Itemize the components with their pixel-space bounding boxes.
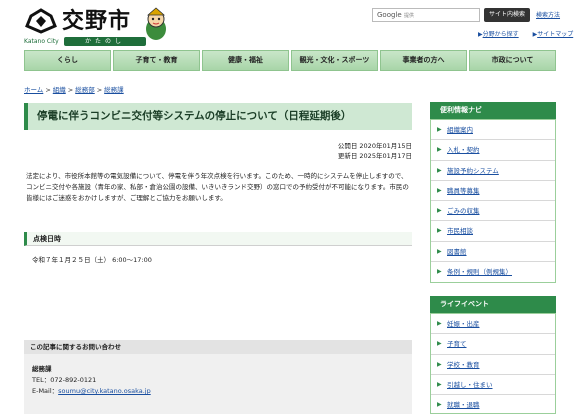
sidebar-item-soshiki[interactable]: ▶ 組織案内 xyxy=(431,120,555,141)
sidebar-item-ninshin[interactable]: ▶ 妊娠・出産 xyxy=(431,314,555,335)
article-dates: 公開日 2020年01月15日 更新日 2025年01月17日 xyxy=(240,141,412,161)
arrow-icon: ▶ xyxy=(437,166,442,174)
sidebar-item-yoyaku[interactable]: ▶ 施設予約システム xyxy=(431,161,555,181)
sidebar-item-toshokan[interactable]: ▶ 図書館 xyxy=(431,242,555,263)
breadcrumb-soshiki[interactable]: 組織 xyxy=(53,86,66,94)
breadcrumb-somuka[interactable]: 総務課 xyxy=(104,86,124,94)
sidebar-item-label: 就職・退職 xyxy=(447,401,480,410)
page-title-bar: 停電に伴うコンビニ交付等システムの停止について（日程延期後） xyxy=(24,103,412,130)
sidebar-item-gakko[interactable]: ▶ 学校・教育 xyxy=(431,355,555,375)
gnav-item-kosodate[interactable]: 子育て・教育 xyxy=(113,50,200,71)
sidebar-item-label: 市民相談 xyxy=(447,227,473,236)
contact-heading: この記事に関するお問い合わせ xyxy=(24,340,412,354)
gnav-item-jigyosha[interactable]: 事業者の方へ xyxy=(380,50,467,71)
sidebar-item-shushoku[interactable]: ▶ 就職・退職 xyxy=(431,395,555,413)
sidebar-item-label: 条例・規則（例規集） xyxy=(447,268,512,277)
sidebar-item-label: 引越し・住まい xyxy=(447,380,493,389)
article-body: 法定により、市役所本館等の電気設備について、停電を伴う年次点検を行います。このた… xyxy=(26,172,409,202)
sidebar-nav-title: 便利情報ナビ xyxy=(430,102,556,119)
sidebar-item-nyusatsu[interactable]: ▶ 入札・契約 xyxy=(431,140,555,161)
page-title: 停電に伴うコンビニ交付等システムの停止について（日程延期後） xyxy=(37,110,352,122)
city-name: 交野市 xyxy=(62,8,132,34)
site-header: 交野市 Katano City かたのし Google 提供 サイト内検索 検索… xyxy=(0,0,580,46)
updated-date: 更新日 2025年01月17日 xyxy=(337,152,412,160)
city-name-english: Katano City xyxy=(24,38,59,45)
contact-email-link[interactable]: soumu@city.katano.osaka.jp xyxy=(58,387,151,395)
arrow-icon: ▶ xyxy=(437,320,442,327)
sidebar-item-hikkoshi[interactable]: ▶ 引越し・住まい xyxy=(431,375,555,396)
sitemap-label[interactable]: サイトマップ xyxy=(537,31,573,38)
sidebar-item-label: 学校・教育 xyxy=(447,360,480,369)
city-name-kana: かたのし xyxy=(64,37,146,46)
contact-dept: 総務課 xyxy=(32,365,52,373)
gnav-item-kanko[interactable]: 観光・文化・スポーツ xyxy=(291,50,378,71)
arrow-icon: ▶ xyxy=(437,340,442,348)
arrow-icon: ▶ xyxy=(437,401,442,409)
gnav-item-kenko[interactable]: 健康・福祉 xyxy=(202,50,289,71)
arrow-icon: ▶ xyxy=(437,207,442,215)
category-search-link[interactable]: ▶分野から探す xyxy=(472,31,519,38)
contact-email-label: E-Mail： xyxy=(32,387,59,395)
sidebar-nav-list: ▶ 組織案内 ▶ 入札・契約 ▶ 施設予約システム ▶ 職員等募集 ▶ ごみの収集 ▶ 市民… xyxy=(430,119,556,284)
sidebar-item-gomi[interactable]: ▶ ごみの収集 xyxy=(431,201,555,222)
sidebar-item-label: 妊娠・出産 xyxy=(447,320,480,328)
arrow-icon: ▶ xyxy=(437,360,442,368)
inspection-heading-label: 点検日時 xyxy=(33,235,61,243)
search-brand: Google xyxy=(377,11,402,19)
breadcrumb: ホーム > 組織 > 総務部 > 総務課 xyxy=(24,86,124,94)
arrow-icon: ▶ xyxy=(437,380,442,388)
inspection-heading: 点検日時 xyxy=(24,232,412,246)
contact-email-row: E-Mail：soumu@city.katano.osaka.jp xyxy=(32,386,404,397)
breadcrumb-somubu[interactable]: 総務部 xyxy=(75,86,95,94)
site-search-input[interactable]: Google 提供 xyxy=(372,8,480,22)
breadcrumb-home[interactable]: ホーム xyxy=(24,86,43,94)
sidebar-item-boshu[interactable]: ▶ 職員等募集 xyxy=(431,181,555,202)
sidebar-item-jorei[interactable]: ▶ 条例・規則（例規集） xyxy=(431,262,555,282)
category-search-label[interactable]: 分野から探す xyxy=(483,31,519,38)
inspection-datetime: 令和７年１月２５日（土） 6:00〜17:00 xyxy=(32,256,152,264)
sidebar-item-label: ごみの収集 xyxy=(447,207,480,216)
arrow-icon: ▶ xyxy=(437,186,442,194)
sidebar-item-label: 職員等募集 xyxy=(447,186,480,195)
sidebar-item-label: 施設予約システム xyxy=(447,166,499,175)
contact-tel: TEL：072-892-0121 xyxy=(32,376,97,384)
search-placeholder: 提供 xyxy=(404,13,415,19)
sidebar-life-title: ライフイベント xyxy=(430,296,556,313)
contact-box: この記事に関するお問い合わせ 総務課 TEL：072-892-0121 E-Ma… xyxy=(24,340,412,414)
sidebar-item-label: 図書館 xyxy=(447,247,467,256)
global-nav: くらし 子育て・教育 健康・福祉 観光・文化・スポーツ 事業者の方へ 市政につい… xyxy=(24,50,556,71)
city-emblem-icon xyxy=(25,8,57,34)
sidebar-item-label: 子育て xyxy=(447,340,467,349)
arrow-icon: ▶ xyxy=(437,126,442,133)
sidebar-item-kosodate[interactable]: ▶ 子育て xyxy=(431,334,555,355)
sidebar-item-label: 入札・契約 xyxy=(447,146,480,155)
sidebar-item-sodan[interactable]: ▶ 市民相談 xyxy=(431,221,555,242)
arrow-icon: ▶ xyxy=(437,227,442,235)
contact-body: 総務課 TEL：072-892-0121 E-Mail：soumu@city.k… xyxy=(24,354,412,407)
arrow-icon: ▶ xyxy=(437,247,442,255)
gnav-item-shisei[interactable]: 市政について xyxy=(469,50,556,71)
arrow-icon: ▶ xyxy=(437,268,442,276)
header-links: ▶分野から探す ▶サイトマップ xyxy=(466,29,573,38)
sidebar-item-label: 組織案内 xyxy=(447,126,473,134)
site-search-button[interactable]: サイト内検索 xyxy=(484,8,530,22)
published-date: 公開日 2020年01月15日 xyxy=(337,142,412,150)
sidebar-life-list: ▶ 妊娠・出産 ▶ 子育て ▶ 学校・教育 ▶ 引越し・住まい ▶ 就職・退職 xyxy=(430,313,556,414)
sitemap-link[interactable]: ▶サイトマップ xyxy=(527,31,574,38)
search-help-link[interactable]: 検索方法 xyxy=(536,10,560,19)
arrow-icon: ▶ xyxy=(437,146,442,154)
gnav-item-kurashi[interactable]: くらし xyxy=(24,50,111,71)
mascot-icon xyxy=(146,7,166,40)
